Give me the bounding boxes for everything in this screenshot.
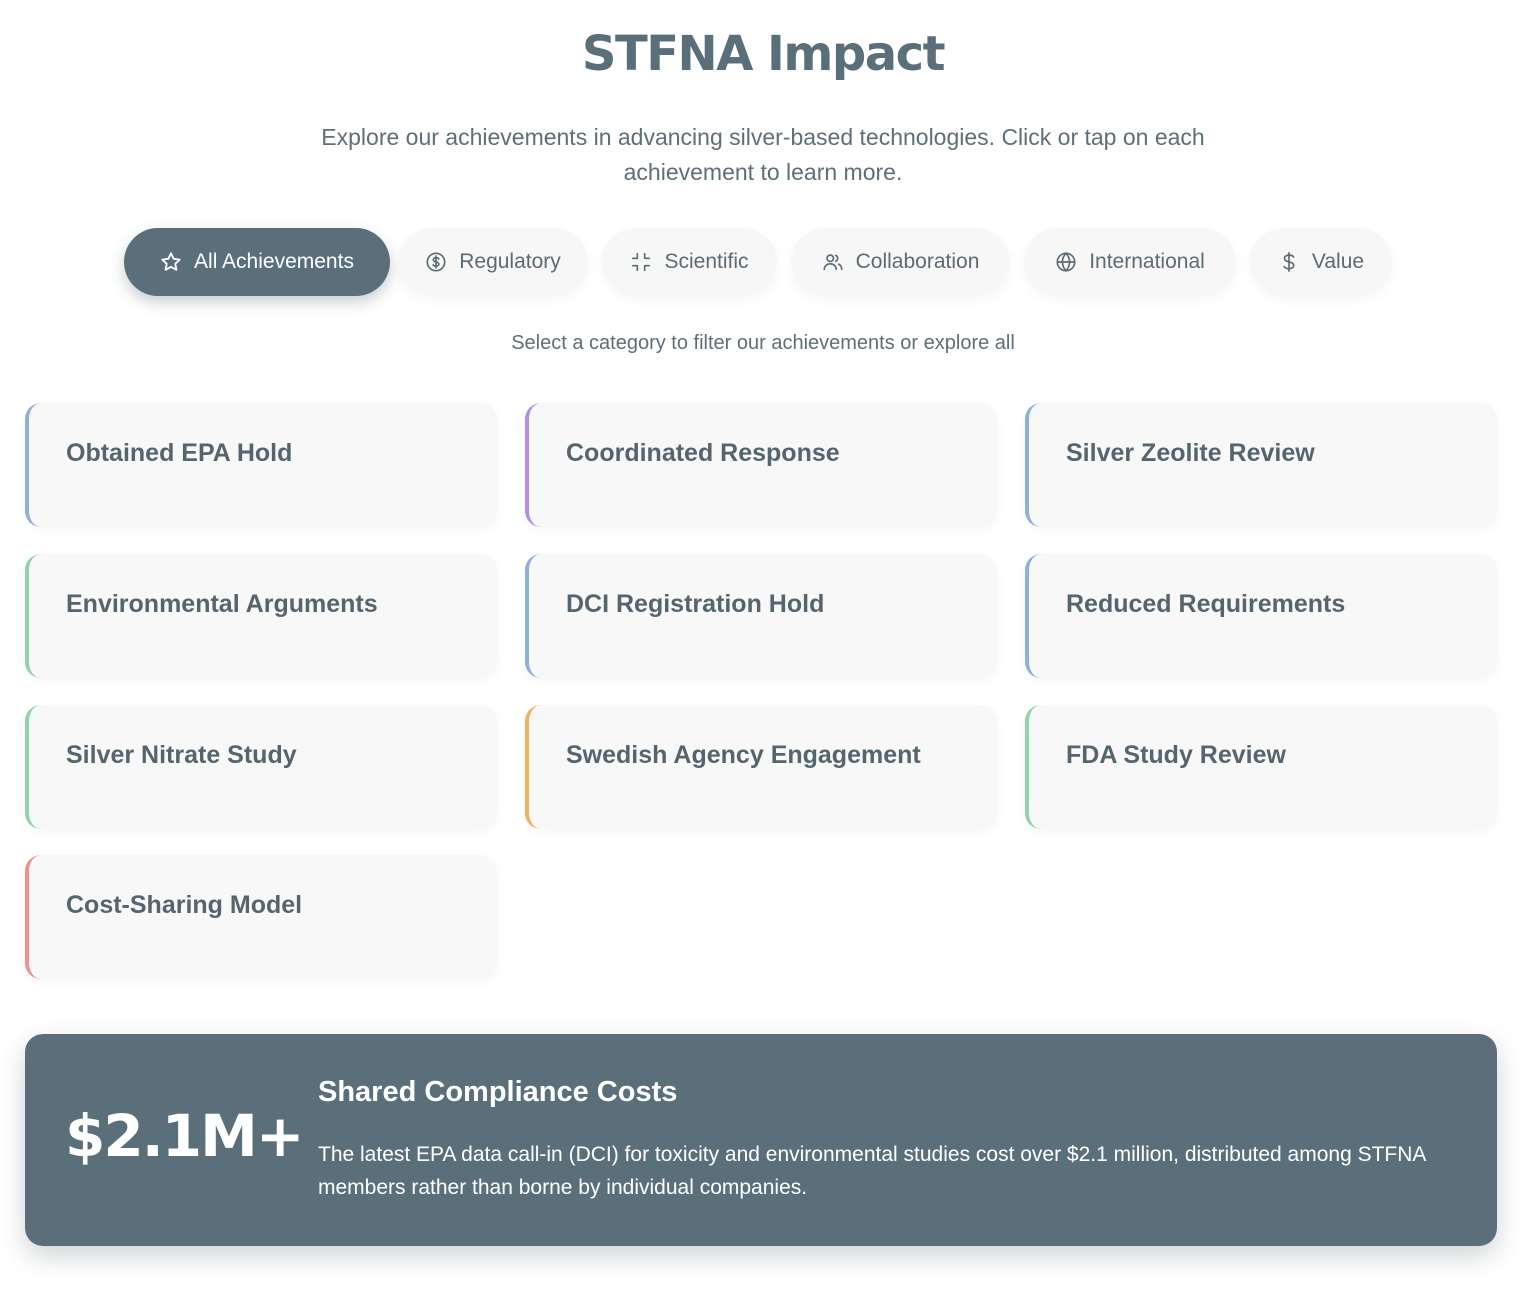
highlight-title: Shared Compliance Costs	[318, 1076, 678, 1108]
achievement-title: Cost-Sharing Model	[66, 891, 303, 919]
achievement-title: Environmental Arguments	[66, 590, 378, 618]
achievement-title: Silver Zeolite Review	[1066, 439, 1315, 467]
tab-scientific[interactable]: Scientific	[602, 228, 777, 296]
achievement-card[interactable]: Silver Nitrate Study	[25, 705, 497, 829]
achievement-card[interactable]: Silver Zeolite Review	[1025, 403, 1497, 527]
tab-value[interactable]: Value	[1250, 228, 1392, 296]
achievement-title: Coordinated Response	[566, 439, 840, 467]
achievement-title: Reduced Requirements	[1066, 590, 1346, 618]
achievement-title: Silver Nitrate Study	[66, 741, 297, 769]
filter-hint: Select a category to filter our achievem…	[511, 332, 1015, 354]
highlight-banner: $2.1M+ Shared Compliance Costs The lates…	[25, 1034, 1497, 1246]
highlight-stat: $2.1M+	[65, 1102, 304, 1170]
tab-label: All Achievements	[194, 250, 354, 273]
tab-label: Scientific	[664, 250, 749, 273]
users-icon	[823, 254, 843, 271]
achievement-title: Swedish Agency Engagement	[566, 741, 921, 769]
category-filter-tabs: All Achievements Regulatory Scientific C…	[0, 228, 1526, 296]
tab-label: Regulatory	[459, 250, 561, 273]
tab-collaboration[interactable]: Collaboration	[791, 228, 1010, 296]
page-title: STFNA Impact	[581, 26, 946, 82]
tab-regulatory[interactable]: Regulatory	[398, 228, 588, 296]
achievement-card[interactable]: Obtained EPA Hold	[25, 403, 497, 527]
collapse-icon	[632, 252, 651, 272]
achievement-card[interactable]: DCI Registration Hold	[525, 554, 997, 678]
tab-label: International	[1089, 250, 1205, 273]
achievement-card[interactable]: Environmental Arguments	[25, 554, 497, 678]
achievement-card[interactable]: FDA Study Review	[1025, 705, 1497, 829]
tab-international[interactable]: International	[1024, 228, 1236, 296]
tab-label: Collaboration	[855, 250, 980, 273]
dollar-icon	[1283, 252, 1295, 272]
dollar-circle-icon	[426, 252, 446, 272]
achievement-title: FDA Study Review	[1066, 741, 1286, 769]
achievement-card[interactable]: Cost-Sharing Model	[25, 855, 497, 979]
achievement-card[interactable]: Swedish Agency Engagement	[525, 705, 997, 829]
achievement-title: DCI Registration Hold	[566, 590, 825, 618]
tab-label: Value	[1311, 250, 1365, 273]
highlight-description: The latest EPA data call-in (DCI) for to…	[318, 1143, 1426, 1199]
page-intro: Explore our achievements in advancing si…	[321, 124, 1205, 185]
tab-all-achievements[interactable]: All Achievements	[124, 228, 390, 296]
globe-icon	[1056, 252, 1076, 272]
achievement-card[interactable]: Reduced Requirements	[1025, 554, 1497, 678]
star-icon	[161, 252, 181, 271]
achievement-card[interactable]: Coordinated Response	[525, 403, 997, 527]
achievement-title: Obtained EPA Hold	[66, 439, 293, 467]
